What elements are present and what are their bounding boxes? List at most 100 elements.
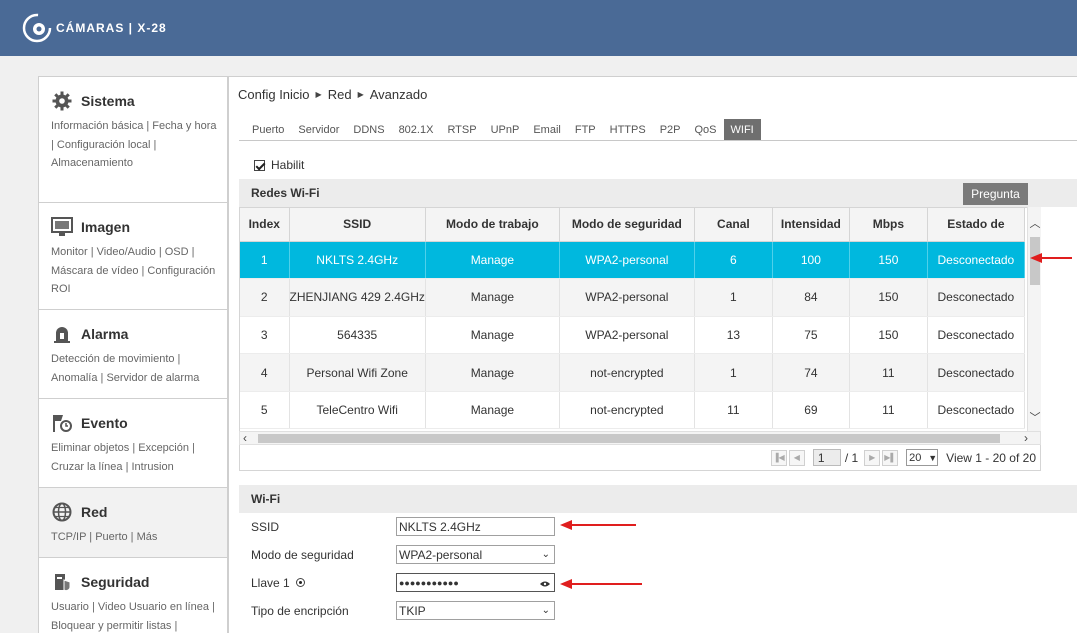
column-header-mbps[interactable]: Mbps (849, 208, 928, 242)
sidebar-title: Sistema (81, 93, 135, 109)
sidebar-title: Alarma (81, 326, 129, 342)
table-cell: Manage (425, 241, 560, 280)
table-row[interactable]: 4 Personal Wifi Zone Manage not-encrypte… (240, 353, 1025, 392)
table-cell: NKLTS 2.4GHz (289, 241, 426, 280)
table-header-row: Index SSID Modo de trabajo Modo de segur… (240, 208, 1025, 242)
enable-row: Habilit (254, 158, 304, 172)
prev-page-icon[interactable]: ◀ (788, 449, 805, 466)
table-cell: WPA2-personal (559, 278, 695, 317)
gear-icon (51, 91, 73, 111)
security-mode-value: WPA2-personal (399, 547, 483, 562)
table-vertical-scrollbar[interactable]: ︿ ﹀ (1027, 207, 1041, 431)
sidebar-section-sistema[interactable]: Sistema Información básica | Fecha y hor… (39, 77, 227, 203)
sidebar-links[interactable]: Monitor | Video/Audio | OSD | Máscara de… (51, 243, 221, 299)
security-mode-select[interactable]: WPA2-personal ⌄ (396, 545, 555, 564)
ssid-input[interactable]: NKLTS 2.4GHz (396, 517, 555, 536)
table-cell: 1 (694, 353, 773, 392)
table-cell: Manage (425, 278, 560, 317)
key-value: ●●●●●●●●●●● (399, 577, 459, 588)
tab-rtsp[interactable]: RTSP (440, 119, 483, 140)
chevron-down-icon: ⌄ (541, 549, 550, 560)
globe-icon (51, 502, 73, 522)
chevron-down-icon: ▼ (928, 452, 938, 463)
column-header-ssid[interactable]: SSID (289, 208, 426, 242)
scan-button[interactable]: Pregunta (963, 183, 1028, 205)
networks-table: Index SSID Modo de trabajo Modo de segur… (239, 207, 1041, 431)
tab-qos[interactable]: QoS (687, 119, 723, 140)
encryption-select[interactable]: TKIP ⌄ (396, 601, 555, 620)
page-input[interactable]: 1 (812, 449, 841, 466)
column-header-security-mode[interactable]: Modo de seguridad (559, 208, 695, 242)
sidebar-links[interactable]: TCP/IP | Puerto | Más (51, 528, 221, 547)
tab-email[interactable]: Email (526, 119, 568, 140)
last-page-icon[interactable]: ▶▌ (882, 449, 899, 466)
table-cell: 1 (240, 241, 290, 280)
table-row[interactable]: 3 564335 Manage WPA2-personal 13 75 150 … (240, 316, 1025, 355)
sidebar-links[interactable]: Usuario | Video Usuario en línea | Bloqu… (51, 598, 221, 633)
sidebar-section-red[interactable]: Red TCP/IP | Puerto | Más (39, 488, 227, 558)
table-row[interactable]: 5 TeleCentro Wifi Manage not-encrypted 1… (240, 391, 1025, 430)
table-cell: ZHENJIANG 429 2.4GHz (289, 278, 426, 317)
table-cell: 11 (849, 353, 928, 392)
next-page-icon[interactable]: ▶ (864, 449, 881, 466)
eye-icon[interactable] (540, 576, 550, 590)
sidebar: Sistema Información básica | Fecha y hor… (38, 76, 228, 633)
column-header-work-mode[interactable]: Modo de trabajo (425, 208, 560, 242)
chevron-left-icon[interactable]: ‹ (243, 431, 247, 445)
wifi-form-title: Wi-Fi (251, 492, 281, 506)
tab-p2p[interactable]: P2P (653, 119, 688, 140)
table-cell: Desconectado (927, 391, 1025, 430)
page-total: / 1 (844, 450, 859, 465)
chevron-up-icon[interactable]: ︿ (1028, 215, 1042, 231)
security-mode-label: Modo de seguridad (251, 547, 354, 562)
tab-wifi[interactable]: WIFI (723, 119, 761, 140)
table-cell: not-encrypted (559, 391, 695, 430)
table-row[interactable]: 1 NKLTS 2.4GHz Manage WPA2-personal 6 10… (240, 241, 1025, 280)
table-cell: Desconectado (927, 241, 1025, 280)
pagination-bar: ▐◀ ◀ 1 / 1 ▶ ▶▌ 20 ▼ View 1 - 20 of 20 (239, 445, 1041, 471)
tab-puerto[interactable]: Puerto (245, 119, 291, 140)
tab-8021x[interactable]: 802.1X (392, 119, 441, 140)
table-cell: Manage (425, 391, 560, 430)
sidebar-section-seguridad[interactable]: Seguridad Usuario | Video Usuario en lín… (39, 558, 227, 633)
breadcrumb-item[interactable]: Red (328, 87, 352, 102)
table-cell: 84 (772, 278, 850, 317)
sidebar-links[interactable]: Eliminar objetos | Excepción | Cruzar la… (51, 439, 221, 476)
chevron-right-icon: ▶ (315, 90, 322, 99)
table-cell: WPA2-personal (559, 316, 695, 355)
table-row[interactable]: 2 ZHENJIANG 429 2.4GHz Manage WPA2-perso… (240, 278, 1025, 317)
column-header-channel[interactable]: Canal (694, 208, 773, 242)
column-header-signal[interactable]: Intensidad (772, 208, 850, 242)
chevron-down-icon[interactable]: ﹀ (1028, 409, 1042, 425)
page-size-select[interactable]: 20 ▼ (906, 449, 939, 466)
annotation-arrow-icon (560, 579, 642, 589)
tab-https[interactable]: HTTPS (603, 119, 653, 140)
bell-icon (51, 324, 73, 344)
key-radio[interactable] (295, 578, 305, 587)
tab-servidor[interactable]: Servidor (291, 119, 346, 140)
tab-ftp[interactable]: FTP (568, 119, 603, 140)
tab-upnp[interactable]: UPnP (484, 119, 527, 140)
sidebar-section-alarma[interactable]: Alarma Detección de movimiento | Anomalí… (39, 310, 227, 399)
table-cell: 69 (772, 391, 850, 430)
sidebar-section-evento[interactable]: Evento Eliminar objetos | Excepción | Cr… (39, 399, 227, 488)
scrollbar-thumb[interactable] (258, 434, 1000, 443)
encryption-value: TKIP (399, 603, 426, 618)
first-page-icon[interactable]: ▐◀ (770, 449, 787, 466)
networks-header: Redes Wi-Fi (239, 179, 1077, 207)
column-header-status[interactable]: Estado de (927, 208, 1025, 242)
enable-checkbox[interactable] (254, 159, 265, 171)
sidebar-links[interactable]: Detección de movimiento | Anomalía | Ser… (51, 350, 221, 387)
tab-ddns[interactable]: DDNS (346, 119, 391, 140)
table-cell: Manage (425, 353, 560, 392)
chevron-right-icon[interactable]: › (1024, 431, 1028, 445)
table-cell: Manage (425, 316, 560, 355)
key-password-input[interactable]: ●●●●●●●●●●● (396, 573, 555, 592)
column-header-index[interactable]: Index (240, 208, 290, 242)
sidebar-section-imagen[interactable]: Imagen Monitor | Video/Audio | OSD | Más… (39, 203, 227, 310)
table-cell: 6 (694, 241, 773, 280)
table-horizontal-scrollbar[interactable]: ‹ › (239, 431, 1041, 445)
sidebar-links[interactable]: Información básica | Fecha y hora | Conf… (51, 117, 221, 173)
breadcrumb-item[interactable]: Config Inicio (238, 87, 310, 102)
table-cell: Personal Wifi Zone (289, 353, 426, 392)
